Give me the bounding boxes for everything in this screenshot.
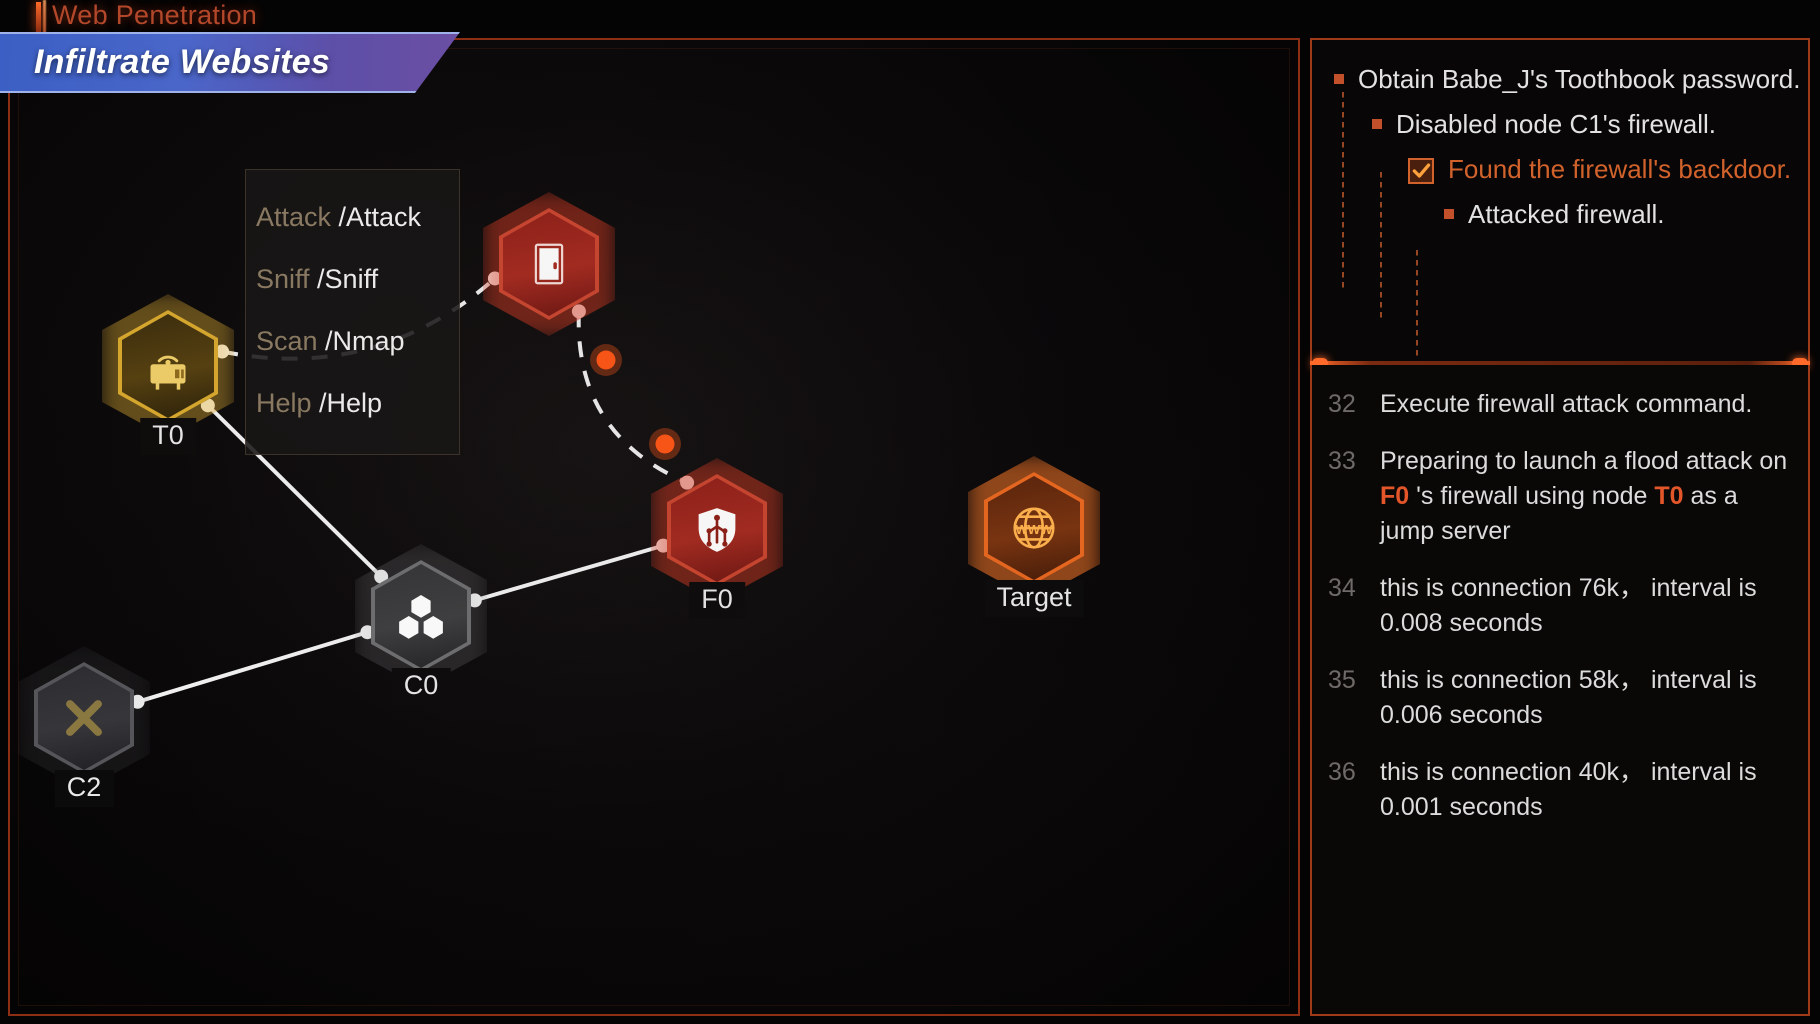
objective-text: Obtain Babe_J's Toothbook password.	[1358, 64, 1801, 94]
objective-tree-connector	[1416, 250, 1418, 360]
log-node-reference: T0	[1654, 482, 1684, 510]
mission-banner: Infiltrate Websites	[0, 32, 460, 93]
log-node-reference: F0	[1380, 482, 1410, 510]
log-text-fragment: this is connection 76k， interval is 0.00…	[1380, 574, 1757, 637]
right-sidebar: Obtain Babe_J's Toothbook password. Disab…	[1310, 38, 1810, 1016]
objective-bullet-icon	[1372, 119, 1382, 129]
objective-item: Found the firewall's backdoor.	[1408, 152, 1808, 187]
objective-bullet-icon	[1444, 209, 1454, 219]
log-line-number: 33	[1328, 447, 1356, 475]
log-message: this is connection 76k， interval is 0.00…	[1380, 571, 1794, 641]
command-label: Scan	[256, 326, 318, 356]
objective-text: Found the firewall's backdoor.	[1448, 154, 1792, 184]
svg-text:WWW: WWW	[1015, 522, 1053, 537]
network-node-c0[interactable]: C0	[355, 544, 487, 705]
node-label: T0	[140, 418, 196, 455]
log-text-fragment: Preparing to launch a flood attack on	[1380, 447, 1788, 475]
log-text-fragment: Execute firewall attack command.	[1380, 390, 1753, 418]
objectives-list: Obtain Babe_J's Toothbook password. Disab…	[1312, 40, 1808, 232]
node-label: Target	[984, 580, 1084, 617]
objective-tree-connector	[1380, 172, 1382, 322]
log-row: 34 this is connection 76k， interval is 0.…	[1328, 571, 1794, 641]
network-map-panel[interactable]: T0 C0 F0 C2 WWW Target Attack /Attack Sniff /S…	[8, 38, 1300, 1016]
game-screen: Web Penetration T0 C0 F0 C2 WWW Target Attack…	[0, 0, 1820, 1024]
command-menu-item-scan[interactable]: Scan /Nmap	[256, 326, 459, 388]
log-line-number: 32	[1328, 390, 1356, 418]
objective-text: Attacked firewall.	[1468, 199, 1665, 229]
command-label: Attack	[256, 202, 332, 232]
log-message: this is connection 58k， interval is 0.00…	[1380, 663, 1794, 733]
checkbox-checked-icon	[1408, 158, 1434, 184]
network-node-f0[interactable]: F0	[651, 458, 783, 619]
objective-tree-connector	[1342, 92, 1344, 292]
command-label: Help	[256, 388, 312, 418]
log-row: 36 this is connection 40k， interval is 0.…	[1328, 755, 1794, 825]
command-syntax: /Help	[311, 388, 383, 418]
log-line-number: 34	[1328, 574, 1356, 602]
node-label: C0	[391, 668, 451, 705]
command-menu-item-attack[interactable]: Attack /Attack	[256, 202, 459, 264]
log-row: 35 this is connection 58k， interval is 0.…	[1328, 663, 1794, 733]
command-menu[interactable]: Attack /Attack Sniff /Sniff Scan /Nmap Help…	[245, 169, 460, 455]
command-label: Sniff	[256, 264, 310, 294]
command-menu-item-sniff[interactable]: Sniff /Sniff	[256, 264, 459, 326]
log-panel[interactable]: 32 Execute firewall attack command. 33 Prep…	[1310, 365, 1810, 1016]
log-text-fragment: 's firewall using node	[1409, 482, 1655, 510]
header-accent-tick	[36, 2, 41, 32]
objective-item: Disabled node C1's firewall.	[1372, 107, 1808, 142]
network-node-c2[interactable]: C2	[18, 646, 150, 807]
log-message: Preparing to launch a flood attack on F0…	[1380, 444, 1794, 549]
log-line-number: 36	[1328, 758, 1356, 786]
log-message: this is connection 40k， interval is 0.00…	[1380, 755, 1794, 825]
network-node-c1[interactable]	[483, 192, 615, 336]
log-text-fragment: this is connection 40k， interval is 0.00…	[1380, 758, 1757, 821]
node-label: C2	[54, 770, 114, 807]
log-message: Execute firewall attack command.	[1380, 387, 1752, 422]
objective-text: Disabled node C1's firewall.	[1396, 109, 1717, 139]
node-label: F0	[689, 582, 745, 619]
log-row: 33 Preparing to launch a flood attack on …	[1328, 444, 1794, 549]
page-title: Web Penetration	[52, 0, 258, 30]
command-syntax: /Sniff	[309, 264, 379, 294]
log-line-number: 35	[1328, 666, 1356, 694]
mission-banner-label: Infiltrate Websites	[34, 43, 331, 81]
log-list: 32 Execute firewall attack command. 33 Prep…	[1328, 387, 1794, 825]
objective-item: Obtain Babe_J's Toothbook password.	[1334, 62, 1808, 97]
network-node-t0[interactable]: T0	[102, 294, 234, 455]
log-text-fragment: this is connection 58k， interval is 0.00…	[1380, 666, 1757, 729]
objective-item: Attacked firewall.	[1444, 197, 1808, 232]
objective-bullet-icon	[1334, 74, 1344, 84]
objectives-panel[interactable]: Obtain Babe_J's Toothbook password. Disab…	[1310, 38, 1810, 361]
command-menu-item-help[interactable]: Help /Help	[256, 388, 459, 450]
log-row: 32 Execute firewall attack command.	[1328, 387, 1794, 422]
command-syntax: /Nmap	[317, 326, 405, 356]
network-node-target[interactable]: WWW Target	[968, 456, 1100, 617]
command-syntax: /Attack	[331, 202, 422, 232]
